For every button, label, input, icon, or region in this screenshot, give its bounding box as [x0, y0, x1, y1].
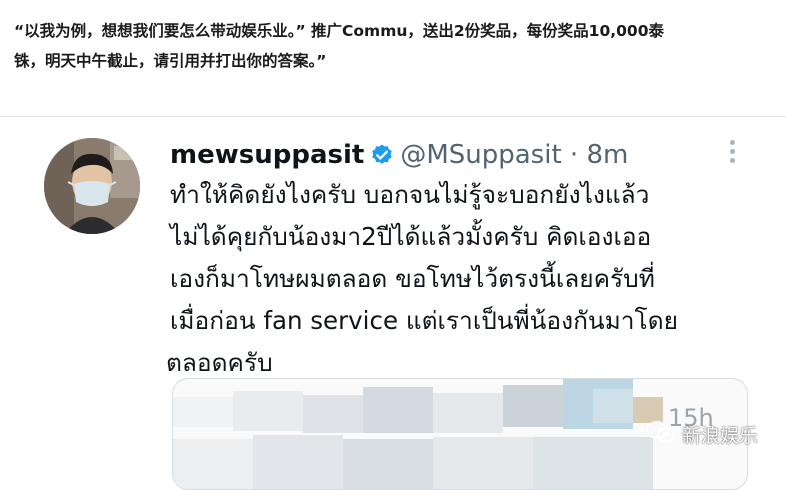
tweet-text: ทำให้คิดยังไงครับ บอกจนไม่รู้จะบอกยังไงแ… [166, 174, 770, 384]
blur-mosaic-block [433, 393, 503, 433]
avatar-photo [44, 138, 140, 234]
blur-mosaic-block [253, 435, 343, 489]
blur-mosaic-block [363, 387, 433, 433]
wechat-icon [646, 420, 676, 448]
tweet-time[interactable]: 8m [586, 140, 628, 170]
blur-mosaic-block [533, 437, 653, 489]
display-name[interactable]: mewsuppasit [170, 140, 364, 170]
caption-line-2: 铢，明天中午截止，请引用并打出你的答案。” [14, 52, 327, 70]
sina-ent-watermark: 新浪娱乐 [646, 419, 758, 449]
tweet-text-line: ไม่ได้คุยกับน้องมา2ปีได้แล้วมั้งครับ คิด… [170, 222, 652, 251]
blur-mosaic-block [173, 439, 253, 489]
tweet-text-line: ทำให้คิดยังไงครับ บอกจนไม่รู้จะบอกยังไงแ… [170, 180, 650, 209]
blur-mosaic-block [303, 395, 363, 433]
avatar[interactable] [44, 138, 140, 234]
tweet-text-line: เองก็มาโทษผมตลอด ขอโทษไว้ตรงนี้เลยครับที… [170, 264, 655, 293]
blur-mosaic-block [343, 439, 433, 489]
caption-line-1: “以我为例，想想我们要怎么带动娱乐业。” 推广Commu，送出2份奖品，每份奖品… [14, 22, 664, 40]
tweet-header: mewsuppasit @MSuppasit · 8m [170, 137, 628, 173]
blur-mosaic-block [233, 391, 303, 431]
blur-mosaic-block [173, 397, 233, 427]
blur-mosaic-block [503, 385, 563, 427]
blur-mosaic-block [433, 437, 533, 489]
post-caption: “以我为例，想想我们要怎么带动娱乐业。” 推广Commu，送出2份奖品，每份奖品… [14, 16, 774, 76]
handle[interactable]: @MSuppasit [400, 140, 561, 170]
verified-badge-icon [370, 141, 394, 177]
more-options-icon[interactable] [726, 136, 738, 170]
tweet-text-line: เมื่อก่อน fan service แต่เราเป็นพี่น้องก… [170, 306, 678, 335]
watermark-text: 新浪娱乐 [682, 424, 759, 447]
blur-mosaic-block [593, 389, 633, 423]
separator-dot: · [569, 140, 579, 170]
